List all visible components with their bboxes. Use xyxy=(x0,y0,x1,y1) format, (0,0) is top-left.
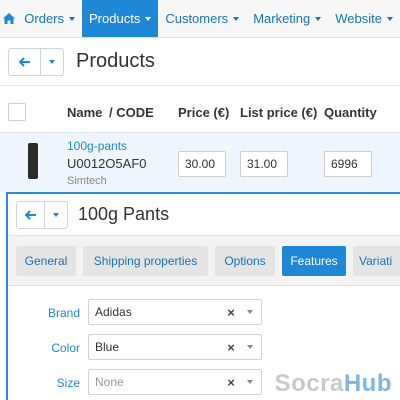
page-header: Products xyxy=(0,38,400,86)
size-value: None xyxy=(95,375,124,389)
nav-website[interactable]: Website xyxy=(328,0,400,37)
clear-icon[interactable]: × xyxy=(223,375,239,390)
size-select[interactable]: None × xyxy=(88,369,262,395)
popup-title: 100g Pants xyxy=(78,204,170,224)
feature-label-size: Size xyxy=(56,376,80,390)
back-button-group xyxy=(8,47,64,76)
quantity-input[interactable]: 6996 xyxy=(324,151,372,177)
column-header-quantity[interactable]: Quantity xyxy=(324,105,377,120)
nav-products[interactable]: Products xyxy=(82,0,159,37)
tab-features[interactable]: Features xyxy=(282,246,346,276)
nav-orders[interactable]: Orders xyxy=(17,0,82,37)
column-header-name[interactable]: Name xyxy=(67,105,102,120)
nav-marketing[interactable]: Marketing xyxy=(246,0,328,37)
top-nav: Orders Products Customers Marketing Webs… xyxy=(0,0,400,38)
select-all-checkbox[interactable] xyxy=(8,103,26,121)
tab-options[interactable]: Options xyxy=(215,246,275,276)
popup-back-button-group xyxy=(16,200,68,229)
product-name-link[interactable]: 100g-pants xyxy=(67,139,127,153)
brand-select[interactable]: Adidas × xyxy=(88,299,262,325)
column-header-list-price[interactable]: List price (€) xyxy=(240,105,317,120)
back-button[interactable] xyxy=(9,48,41,75)
nav-customers[interactable]: Customers xyxy=(158,0,246,37)
table-row[interactable]: 100g-pants U0012O5AF0 Simtech 30.00 31.0… xyxy=(0,132,400,192)
chevron-down-icon[interactable] xyxy=(239,380,261,384)
chevron-down-icon xyxy=(69,16,76,21)
page-title: Products xyxy=(76,50,155,72)
chevron-down-icon xyxy=(145,16,152,21)
table-header: Name / CODE Price (€) List price (€) Qua… xyxy=(0,96,400,128)
tab-general[interactable]: General xyxy=(16,246,76,276)
tab-variations[interactable]: Variati xyxy=(353,246,400,276)
chevron-down-icon xyxy=(53,212,59,217)
chevron-down-icon xyxy=(315,16,322,21)
home-icon[interactable] xyxy=(0,0,17,37)
product-thumbnail[interactable] xyxy=(28,143,38,179)
arrow-left-icon xyxy=(18,56,30,67)
color-select[interactable]: Blue × xyxy=(88,334,262,360)
arrow-left-icon xyxy=(24,209,36,220)
chevron-down-icon xyxy=(233,16,240,21)
popup-back-dropdown-button[interactable] xyxy=(45,202,67,228)
watermark-logo: SocraHub xyxy=(274,370,392,397)
chevron-down-icon xyxy=(49,59,55,64)
feature-label-color: Color xyxy=(51,341,80,355)
popup-back-button[interactable] xyxy=(17,201,45,228)
back-dropdown-button[interactable] xyxy=(41,49,63,75)
tab-shipping-properties[interactable]: Shipping properties xyxy=(83,246,208,276)
product-vendor: Simtech xyxy=(67,175,107,187)
chevron-down-icon[interactable] xyxy=(239,345,261,349)
product-quick-edit-popup: 100g Pants General Shipping properties O… xyxy=(6,192,400,400)
price-input[interactable]: 30.00 xyxy=(178,151,226,177)
popup-header: 100g Pants xyxy=(8,194,400,236)
chevron-down-icon[interactable] xyxy=(239,310,261,314)
color-value: Blue xyxy=(95,340,120,354)
product-code: U0012O5AF0 xyxy=(67,156,147,171)
column-header-code[interactable]: / CODE xyxy=(109,105,154,120)
tab-bar: General Shipping properties Options Feat… xyxy=(8,236,400,286)
chevron-down-icon xyxy=(387,16,393,21)
list-price-input[interactable]: 31.00 xyxy=(240,151,288,177)
brand-value: Adidas xyxy=(95,305,132,319)
clear-icon[interactable]: × xyxy=(223,305,239,320)
feature-label-brand: Brand xyxy=(47,306,80,320)
clear-icon[interactable]: × xyxy=(223,340,239,355)
column-header-price[interactable]: Price (€) xyxy=(178,105,229,120)
